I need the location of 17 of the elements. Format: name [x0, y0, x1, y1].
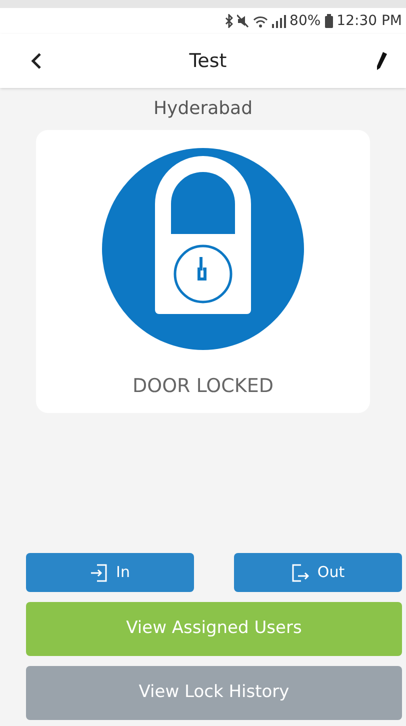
- wifi-icon: [252, 14, 268, 28]
- check-out-button[interactable]: Out: [234, 553, 402, 592]
- sign-out-icon: [291, 562, 310, 582]
- battery-percent: 80%: [290, 12, 321, 30]
- check-in-button[interactable]: In: [26, 553, 194, 592]
- page-title: Test: [189, 48, 227, 74]
- lock-history-button[interactable]: View Lock History: [26, 666, 402, 720]
- back-button[interactable]: [30, 52, 42, 70]
- lock-status: DOOR LOCKED: [132, 374, 274, 399]
- location-name: Hyderabad: [152, 97, 254, 121]
- clock: 12:30 PM: [336, 12, 402, 30]
- bluetooth-icon: [224, 14, 233, 28]
- sign-in-icon: [90, 562, 108, 582]
- assigned-users-button[interactable]: View Assigned Users: [26, 602, 402, 656]
- signal-icon: [272, 14, 286, 28]
- battery-icon: [324, 14, 333, 28]
- mute-icon: [236, 14, 249, 28]
